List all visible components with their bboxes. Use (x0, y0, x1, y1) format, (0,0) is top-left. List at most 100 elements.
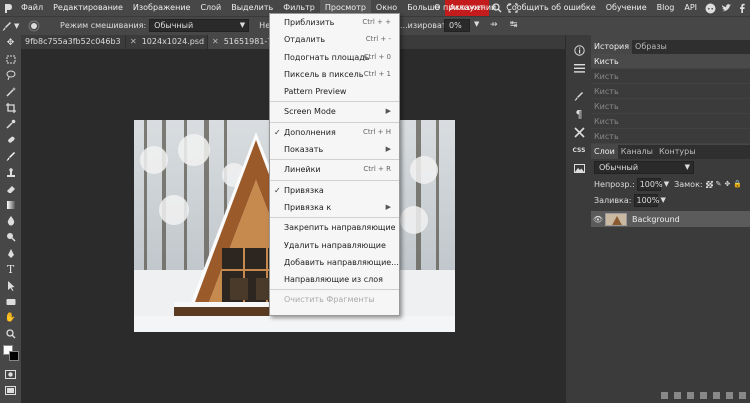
lock-position-icon[interactable]: ✥ (724, 180, 730, 188)
view-menu-item[interactable]: Подогнать площадь Ctrl + 0 (270, 49, 399, 66)
layer-blend-select[interactable]: Обычный ▼ (594, 161, 694, 174)
link-layers-icon[interactable] (661, 391, 668, 399)
type-tool-icon[interactable]: T (0, 262, 21, 278)
chevron-down-icon[interactable]: ▼ (664, 180, 669, 188)
menu-layer[interactable]: Слой (195, 0, 226, 16)
view-menu-item[interactable]: Приблизить Ctrl + + (270, 14, 399, 31)
crop-tool-icon[interactable] (0, 100, 21, 116)
photopea-logo-icon[interactable] (0, 0, 16, 16)
link-about[interactable]: О приложении (429, 0, 501, 16)
tab-history[interactable]: История (591, 40, 633, 54)
lock-all-icon[interactable]: 🔒 (733, 180, 742, 188)
layer-row[interactable]: 👁 Background (591, 211, 750, 227)
facebook-icon[interactable] (734, 0, 750, 16)
smoothing-input[interactable]: 0% (444, 19, 470, 32)
paragraph-icon[interactable]: ¶ (566, 105, 592, 123)
fill-input[interactable]: 100% (633, 193, 659, 207)
reddit-icon[interactable] (702, 0, 718, 16)
screen-mode-icon[interactable] (0, 383, 21, 399)
view-menu-item[interactable]: Привязка к ▶ (270, 199, 399, 216)
view-menu-item[interactable]: Закрепить направляющие (270, 219, 399, 236)
twitter-icon[interactable] (718, 0, 734, 16)
brush-size-preview[interactable] (24, 20, 44, 32)
lasso-tool-icon[interactable] (0, 67, 21, 83)
properties-icon[interactable] (566, 59, 592, 77)
blend-mode-select[interactable]: Обычный ▼ (149, 19, 250, 32)
info-icon[interactable] (566, 41, 592, 59)
history-row[interactable]: Кисть (591, 54, 750, 69)
eyedropper-icon[interactable] (0, 116, 21, 132)
view-menu-item[interactable]: Пиксель в пиксель Ctrl + 1 (270, 66, 399, 83)
link-api[interactable]: API (679, 0, 702, 16)
new-layer-icon[interactable] (726, 391, 733, 399)
chevron-down-icon[interactable]: ▼ (474, 20, 479, 28)
close-icon[interactable]: ✕ (130, 35, 137, 49)
view-menu-item[interactable]: Screen Mode ▶ (270, 103, 399, 120)
view-menu-item[interactable]: Pattern Preview (270, 83, 399, 100)
symmetry-icon[interactable]: ⇸ (490, 20, 498, 30)
color-swatches[interactable] (0, 343, 21, 367)
history-row[interactable]: Кисть (591, 129, 750, 144)
image-icon[interactable] (566, 159, 592, 177)
dodge-tool-icon[interactable] (0, 229, 21, 245)
healing-brush-icon[interactable] (0, 132, 21, 148)
eye-icon[interactable]: 👁 (591, 215, 605, 224)
view-menu-item[interactable]: Добавить направляющие... (270, 254, 399, 271)
magic-wand-icon[interactable] (0, 84, 21, 100)
link-blog[interactable]: Blog (652, 0, 680, 16)
lock-pixels-icon[interactable]: ✎ (716, 180, 722, 188)
brush-tool-icon[interactable] (0, 148, 21, 164)
link-learn[interactable]: Обучение (601, 0, 652, 16)
layer-mask-icon[interactable] (700, 391, 707, 399)
history-row[interactable]: Кисть (591, 69, 750, 84)
eraser-icon[interactable] (0, 181, 21, 197)
menu-edit[interactable]: Редактирование (48, 0, 128, 16)
pressure-icon[interactable]: ↹ (510, 20, 518, 30)
css-icon[interactable]: CSS (566, 141, 592, 159)
view-menu-item[interactable]: Отдалить Ctrl + - (270, 31, 399, 48)
history-row[interactable]: Кисть (591, 114, 750, 129)
tab-document-2[interactable]: ✕ 1024x1024.psd * (126, 35, 208, 49)
marquee-tool-icon[interactable] (0, 51, 21, 67)
history-row[interactable]: Кисть (591, 84, 750, 99)
view-menu-item[interactable]: Направляющие из слоя (270, 271, 399, 288)
view-menu-item[interactable]: ✓ Привязка (270, 182, 399, 199)
delete-layer-icon[interactable] (739, 391, 746, 399)
chevron-down-icon[interactable]: ▼ (661, 196, 666, 204)
tab-layers[interactable]: Слои (591, 145, 618, 159)
tab-document-1[interactable]: 9fb8c755a3fb52c046b3 (21, 35, 126, 49)
brush-settings-icon[interactable] (566, 87, 592, 105)
chevron-down-icon[interactable]: ▼ (14, 22, 24, 30)
layer-opacity-input[interactable]: 100% (636, 177, 663, 191)
shortcut-label: Ctrl + 1 (363, 69, 391, 78)
move-tool-icon[interactable]: ✥ (0, 35, 21, 51)
path-select-icon[interactable] (0, 278, 21, 294)
gradient-tool-icon[interactable] (0, 197, 21, 213)
layer-effects-icon[interactable] (674, 391, 681, 399)
pen-tool-icon[interactable] (0, 245, 21, 261)
close-icon[interactable]: ✕ (212, 35, 219, 49)
brush-tool-icon[interactable] (0, 21, 14, 31)
link-report-bug[interactable]: Сообщить об ошибке (501, 0, 600, 16)
tools-icon[interactable] (566, 123, 592, 141)
clone-stamp-icon[interactable] (0, 165, 21, 181)
history-row[interactable]: Кисть (591, 99, 750, 114)
tab-swatches[interactable]: Образы (632, 40, 670, 54)
view-menu-item[interactable]: Показать ▶ (270, 141, 399, 158)
view-menu-item[interactable]: Удалить направляющие (270, 237, 399, 254)
layer-name[interactable]: Background (632, 215, 680, 224)
shape-tool-icon[interactable] (0, 294, 21, 310)
zoom-tool-icon[interactable] (0, 326, 21, 342)
adjustment-layer-icon[interactable] (687, 391, 694, 399)
menu-file[interactable]: Файл (16, 0, 48, 16)
menu-image[interactable]: Изображение (128, 0, 196, 16)
view-menu-item[interactable]: ✓ Дополнения Ctrl + H (270, 124, 399, 141)
tab-paths[interactable]: Контуры (656, 145, 699, 159)
lock-transparency-icon[interactable] (705, 180, 713, 188)
new-group-icon[interactable] (713, 391, 720, 399)
hand-tool-icon[interactable]: ✋ (0, 310, 21, 326)
quick-mask-icon[interactable] (0, 367, 21, 383)
view-menu-item[interactable]: Линейки Ctrl + R (270, 161, 399, 178)
tab-channels[interactable]: Каналы (618, 145, 656, 159)
blur-tool-icon[interactable] (0, 213, 21, 229)
